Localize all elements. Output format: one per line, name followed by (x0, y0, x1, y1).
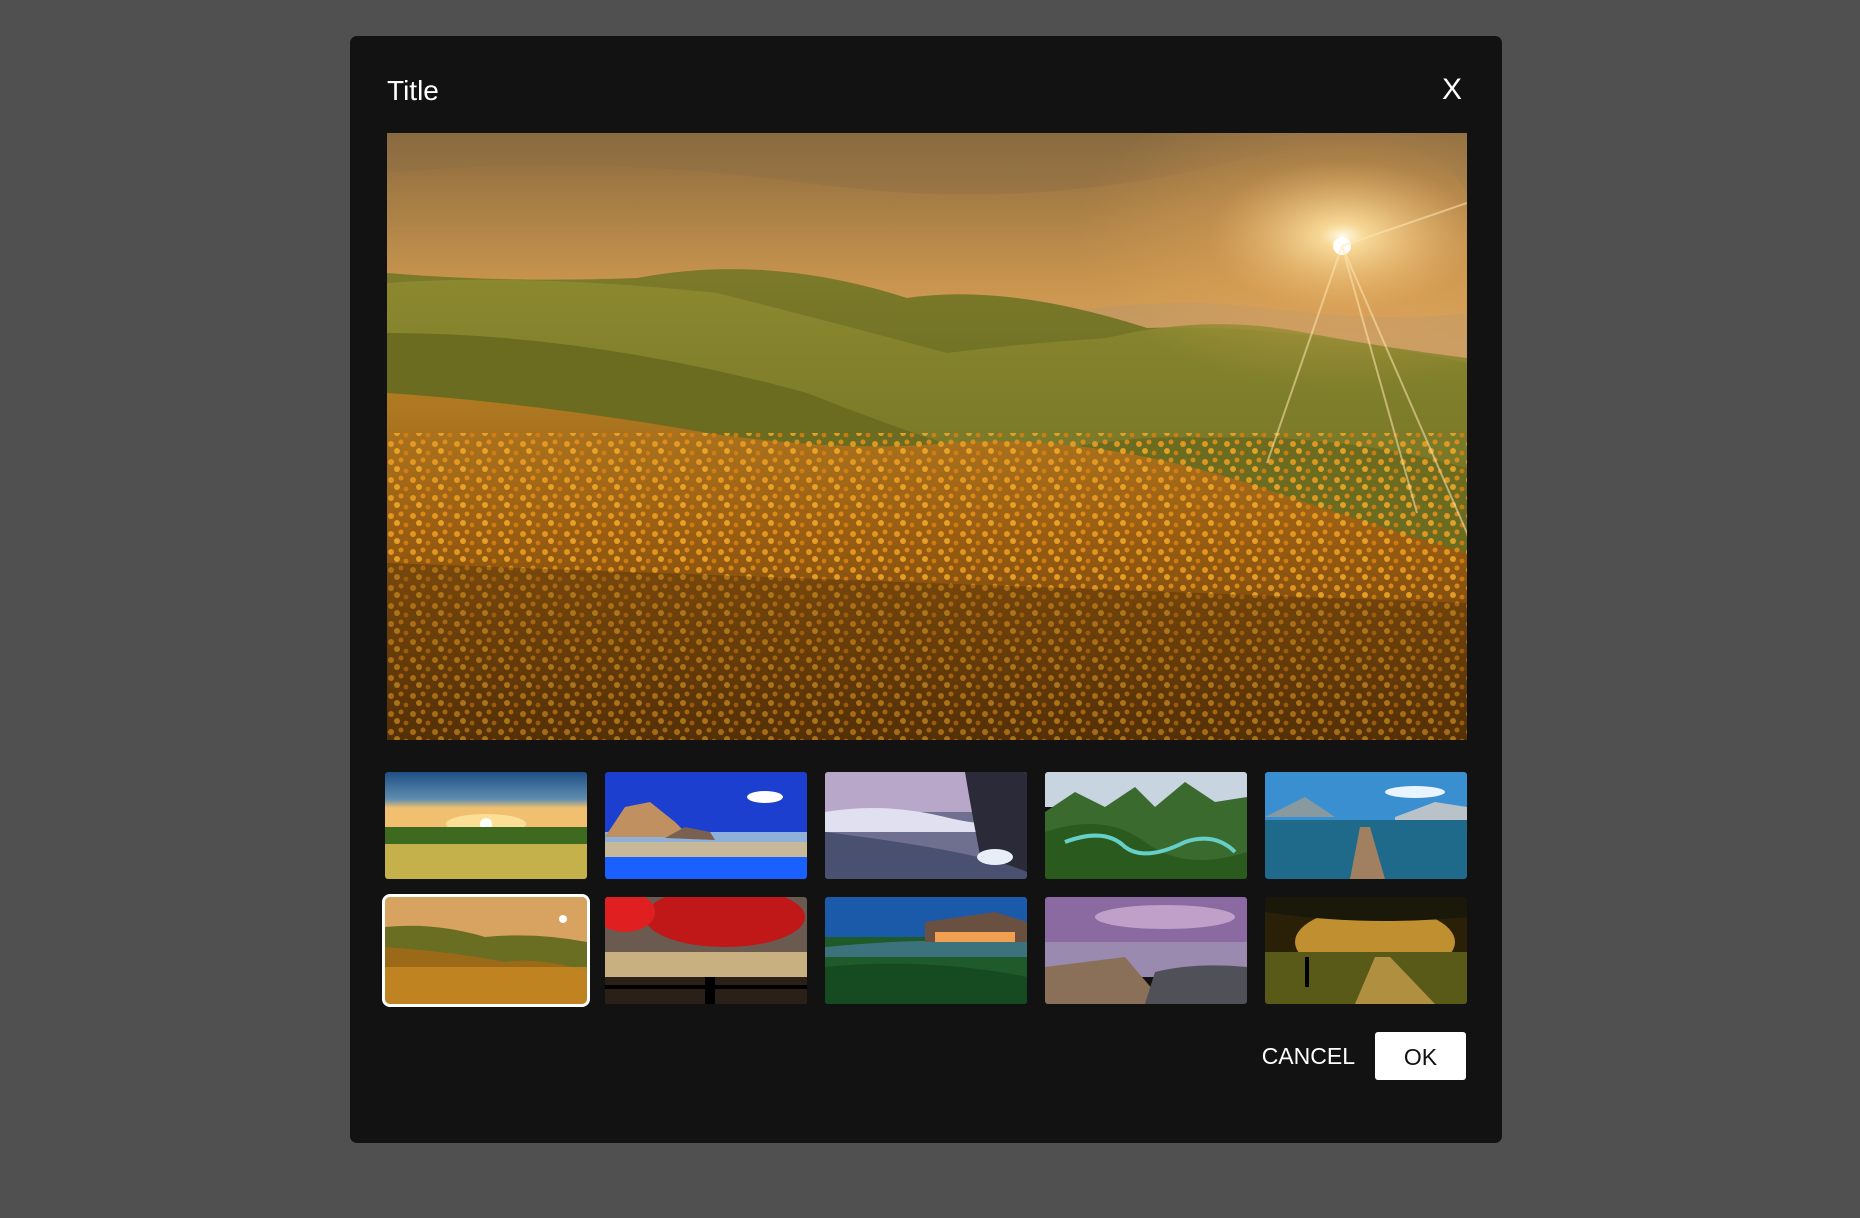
dialog-title: Title (387, 75, 439, 106)
thumbnail-tree-path[interactable] (1265, 897, 1467, 1004)
thumbnail-rocky-beach[interactable] (605, 772, 807, 879)
close-button[interactable]: X (1432, 70, 1472, 110)
thumbnail-rocky-shore[interactable] (1045, 897, 1247, 1004)
thumbnail-golden-hills[interactable] (382, 894, 590, 1007)
thumbnail-pier-lake[interactable] (1265, 772, 1467, 879)
thumbnail-grid (382, 772, 1470, 1007)
preview-image (387, 133, 1467, 740)
preview-landscape-graphic (387, 133, 1467, 740)
dialog-actions: CANCEL OK (1262, 1032, 1466, 1080)
ok-button[interactable]: OK (1375, 1032, 1466, 1080)
thumbnail-pagoda-cliff[interactable] (825, 897, 1027, 1004)
thumbnail-red-tree[interactable] (605, 897, 807, 1004)
image-picker-dialog: Title X CANCEL OK (350, 36, 1502, 1143)
cancel-button[interactable]: CANCEL (1262, 1032, 1355, 1080)
thumbnail-sunrise-field[interactable] (385, 772, 587, 879)
thumbnail-frosty-river[interactable] (825, 772, 1027, 879)
thumbnail-river-valley[interactable] (1045, 772, 1247, 879)
